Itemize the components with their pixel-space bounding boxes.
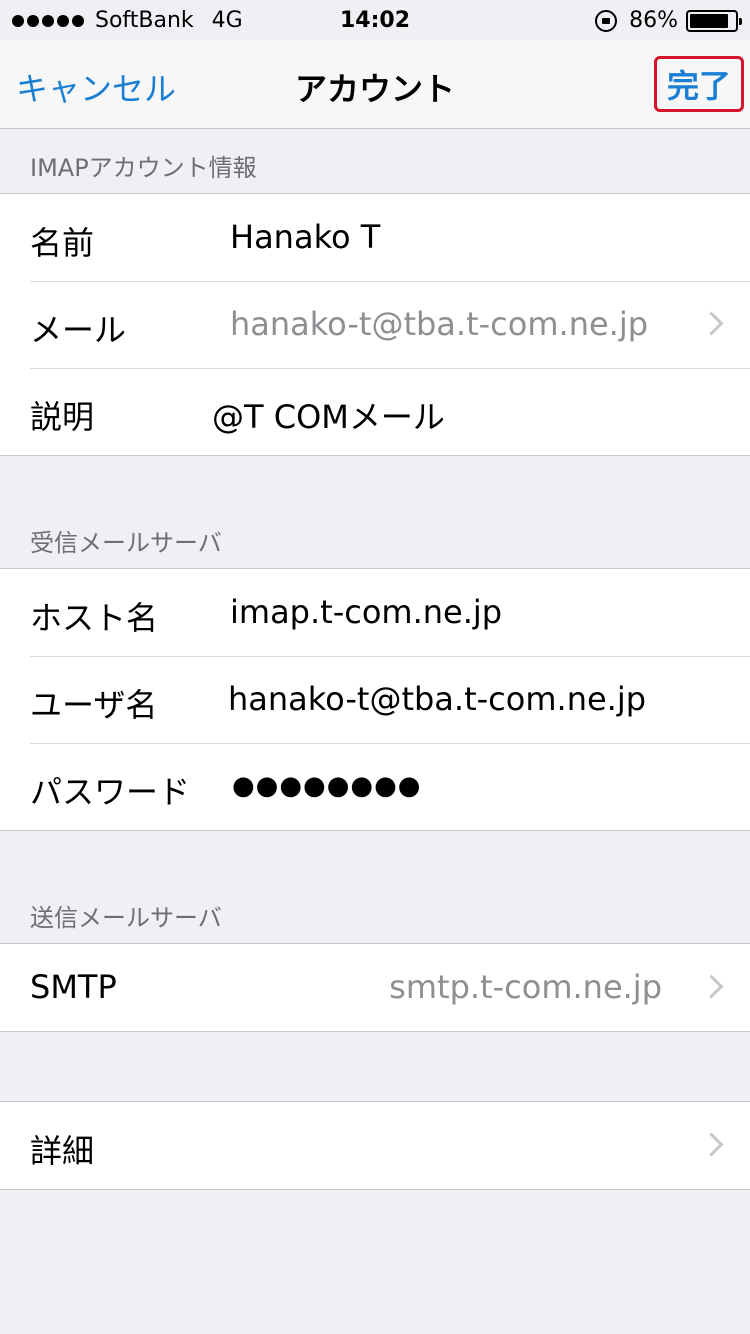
status-right: 86% (595, 8, 742, 33)
password-field[interactable]: ●●●●●●●● (232, 771, 422, 801)
username-row[interactable]: ユーザ名 hanako-t@tba.t-com.ne.jp (0, 656, 750, 743)
host-field[interactable]: imap.t-com.ne.jp (230, 593, 502, 631)
smtp-row[interactable]: SMTP smtp.t-com.ne.jp (0, 944, 750, 1031)
password-label: パスワード (30, 773, 191, 811)
name-label: 名前 (30, 224, 95, 262)
outgoing-section-header: 送信メールサーバ (30, 904, 222, 932)
username-field[interactable]: hanako-t@tba.t-com.ne.jp (228, 680, 646, 718)
incoming-section-header: 受信メールサーバ (30, 529, 222, 557)
advanced-label: 詳細 (30, 1132, 95, 1170)
battery-fill (690, 13, 728, 28)
page-title: アカウント (294, 70, 455, 108)
battery-percent: 86% (629, 8, 678, 33)
navigation-bar: キャンセル アカウント 完了 (0, 40, 750, 129)
chevron-right-icon (699, 311, 724, 336)
smtp-label: SMTP (30, 968, 117, 1006)
advanced-row[interactable]: 詳細 (0, 1102, 750, 1189)
imap-account-group: 名前 Hanako T メール hanako-t@tba.t-com.ne.jp… (0, 193, 750, 456)
host-row[interactable]: ホスト名 imap.t-com.ne.jp (0, 569, 750, 656)
incoming-server-group: ホスト名 imap.t-com.ne.jp ユーザ名 hanako-t@tba.… (0, 568, 750, 831)
mail-row[interactable]: メール hanako-t@tba.t-com.ne.jp (0, 281, 750, 368)
name-field[interactable]: Hanako T (230, 218, 380, 256)
outgoing-server-group: SMTP smtp.t-com.ne.jp (0, 943, 750, 1032)
username-label: ユーザ名 (30, 686, 158, 724)
imap-section-header: IMAPアカウント情報 (30, 154, 257, 182)
chevron-right-icon (699, 1132, 724, 1157)
name-row[interactable]: 名前 Hanako T (0, 194, 750, 281)
mail-value: hanako-t@tba.t-com.ne.jp (230, 305, 649, 343)
description-label: 説明 (30, 398, 95, 436)
chevron-right-icon (699, 974, 724, 999)
description-row[interactable]: 説明 @T COMメール (0, 368, 750, 455)
mail-label: メール (30, 311, 127, 349)
rotation-lock-icon (595, 9, 618, 32)
advanced-group: 詳細 (0, 1101, 750, 1190)
host-label: ホスト名 (30, 599, 159, 637)
done-button[interactable]: 完了 (654, 56, 744, 112)
smtp-value: smtp.t-com.ne.jp (389, 968, 662, 1006)
password-row[interactable]: パスワード ●●●●●●●● (0, 743, 750, 830)
status-bar: SoftBank 4G 14:02 86% (0, 0, 750, 40)
battery-icon (686, 9, 742, 32)
description-field[interactable]: @T COMメール (212, 392, 445, 438)
